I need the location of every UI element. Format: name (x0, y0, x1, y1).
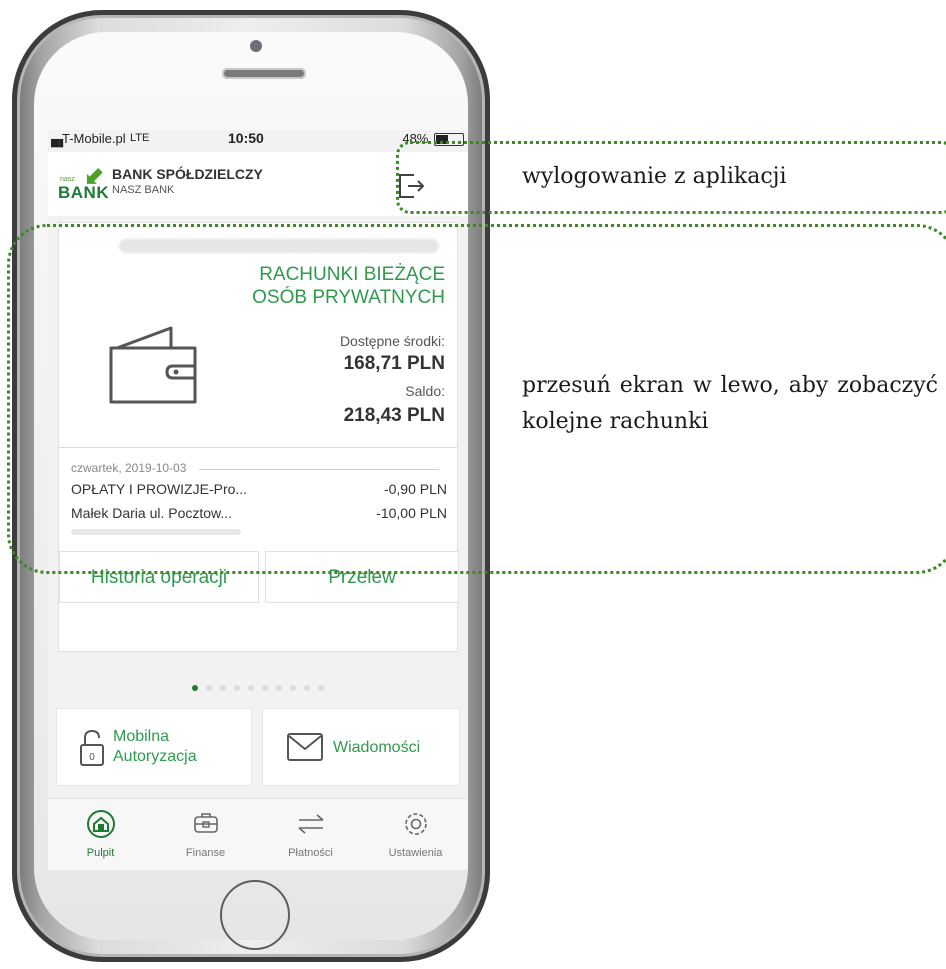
tab-pulpit[interactable]: Pulpit (48, 799, 153, 870)
logout-annotation: wylogowanie z aplikacji (522, 164, 787, 189)
mobile-authorization-line1: Mobilna (113, 728, 170, 745)
lock-icon: 0 (80, 729, 104, 766)
signal-icon: ▮▮▮ (50, 137, 64, 149)
front-camera (250, 40, 262, 52)
swipe-annotation: przesuń ekran w lewo, aby zobaczyć kolej… (522, 373, 938, 434)
pager-dot-active[interactable] (192, 685, 198, 691)
bank-name: BANK SPÓŁDZIELCZY (112, 166, 263, 182)
tab-label: Płatności (288, 847, 333, 859)
carrier-label: T-Mobile.pl (62, 131, 126, 146)
clock: 10:50 (228, 130, 264, 146)
pager-dot[interactable] (318, 685, 324, 691)
gear-icon (405, 813, 427, 835)
pager-dot[interactable] (290, 685, 296, 691)
pager-dot[interactable] (262, 685, 268, 691)
svg-text:0: 0 (89, 752, 95, 763)
pager-dot[interactable] (304, 685, 310, 691)
tab-label: Ustawienia (388, 847, 443, 859)
tab-label: Finanse (185, 847, 226, 859)
envelope-icon (287, 733, 323, 761)
network-label: LTE (130, 132, 150, 144)
messages-label: Wiadomości (333, 739, 421, 756)
earpiece-speaker (222, 68, 306, 79)
bank-subtitle: NASZ BANK (112, 184, 175, 196)
mobile-authorization-line2: Autoryzacja (113, 748, 197, 765)
home-button[interactable] (220, 880, 290, 950)
messages-tile[interactable]: Wiadomości (262, 708, 460, 786)
tab-ustawienia[interactable]: Ustawienia (363, 799, 468, 870)
wallet-icon (194, 813, 218, 833)
pager-dot[interactable] (220, 685, 226, 691)
logo-small-text: nasz (60, 176, 75, 183)
mobile-authorization-label: Mobilna Autoryzacja (113, 727, 197, 767)
pager-dot[interactable] (248, 685, 254, 691)
logo-big-text: BANK (58, 183, 110, 202)
pager-dot[interactable] (276, 685, 282, 691)
mobile-authorization-tile[interactable]: 0 Mobilna Autoryzacja (56, 708, 252, 786)
bank-logo: nasz ⬋ BANK (58, 162, 110, 202)
account-pager (48, 678, 468, 696)
tab-finanse[interactable]: Finanse (153, 799, 258, 870)
pager-dot[interactable] (206, 685, 212, 691)
tab-label: Pulpit (86, 847, 115, 859)
home-icon (87, 810, 115, 838)
tab-platnosci[interactable]: Płatności (258, 799, 363, 870)
transfer-arrows-icon (298, 814, 324, 834)
pager-dot[interactable] (234, 685, 240, 691)
bottom-tab-bar: Pulpit Finanse Płatności Ustawienia (48, 798, 468, 870)
